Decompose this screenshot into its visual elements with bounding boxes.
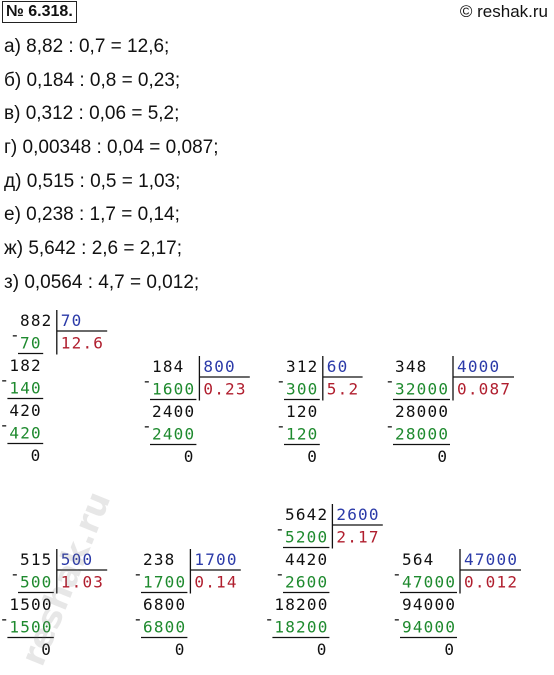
division-1-remainder-1: 182 — [9, 356, 42, 375]
division-7-remainder-3: 0 — [317, 640, 328, 659]
division-7-remainder-2: 18200 — [274, 595, 328, 614]
division-8-subtrahend-2: 94000 — [402, 618, 456, 637]
division-4-remainder-1: 28000 — [395, 402, 449, 421]
division-3-subtrahend-1: 300 — [286, 380, 319, 399]
division-7-subtrahend-2: 2600 — [285, 573, 328, 592]
division-4-dividend: 348 — [395, 357, 428, 376]
division-1-subtrahend-2: 140 — [9, 379, 42, 398]
division-4-divisor: 4000 — [457, 357, 500, 376]
division-8-quotient: 0.012 — [464, 573, 518, 592]
division-1-remainder-3: 0 — [31, 446, 42, 465]
division-8-divisor: 47000 — [464, 550, 518, 569]
division-1-quotient: 12.6 — [61, 334, 104, 353]
division-8-remainder-1: 94000 — [402, 595, 456, 614]
division-1-divisor: 70 — [61, 311, 83, 330]
division-2-divisor: 800 — [203, 357, 236, 376]
division-7-remainder-1: 4420 — [285, 550, 328, 569]
division-3-divisor: 60 — [327, 357, 349, 376]
division-4-quotient: 0.087 — [457, 380, 511, 399]
division-7-subtrahend-3: 18200 — [274, 618, 328, 637]
division-3-subtrahend-2: 120 — [286, 425, 319, 444]
division-6-subtrahend-1: 1700 — [143, 573, 186, 592]
division-3-remainder-1: 120 — [286, 402, 319, 421]
division-7-subtrahend-1: 5200 — [285, 528, 328, 547]
division-8-dividend: 564 — [402, 550, 435, 569]
division-1-dividend: 882 — [20, 311, 53, 330]
division-6-remainder-1: 6800 — [143, 595, 186, 614]
division-4-subtrahend-1: 32000 — [395, 380, 449, 399]
division-6-subtrahend-2: 6800 — [143, 618, 186, 637]
division-2-remainder-2: 0 — [184, 447, 195, 466]
division-4-subtrahend-2: 28000 — [395, 425, 449, 444]
division-7-dividend: 5642 — [285, 505, 328, 524]
division-2-dividend: 184 — [152, 357, 185, 376]
division-7-quotient: 2.17 — [336, 528, 379, 547]
division-3-quotient: 5.2 — [327, 380, 360, 399]
division-1-remainder-2: 420 — [9, 401, 42, 420]
division-5-dividend: 515 — [20, 550, 53, 569]
division-6-divisor: 1700 — [194, 550, 237, 569]
division-1-subtrahend-1: 70 — [20, 334, 42, 353]
division-6-quotient: 0.14 — [194, 573, 237, 592]
division-2-subtrahend-2: 2400 — [152, 425, 195, 444]
division-4-remainder-2: 0 — [437, 447, 448, 466]
division-2-remainder-1: 2400 — [152, 402, 195, 421]
division-7-divisor: 2600 — [336, 505, 379, 524]
division-2-subtrahend-1: 1600 — [152, 380, 195, 399]
division-6-dividend: 238 — [143, 550, 176, 569]
division-6-remainder-2: 0 — [175, 640, 186, 659]
division-1-subtrahend-3: 420 — [9, 424, 42, 443]
division-8-remainder-2: 0 — [444, 640, 455, 659]
division-3-dividend: 312 — [286, 357, 319, 376]
division-8-subtrahend-1: 47000 — [402, 573, 456, 592]
division-3-remainder-2: 0 — [307, 447, 318, 466]
division-2-quotient: 0.23 — [203, 380, 246, 399]
long-division-area: 882 7012.6- 70182- 140420- 4200184 8000.23- 16… — [0, 310, 521, 671]
